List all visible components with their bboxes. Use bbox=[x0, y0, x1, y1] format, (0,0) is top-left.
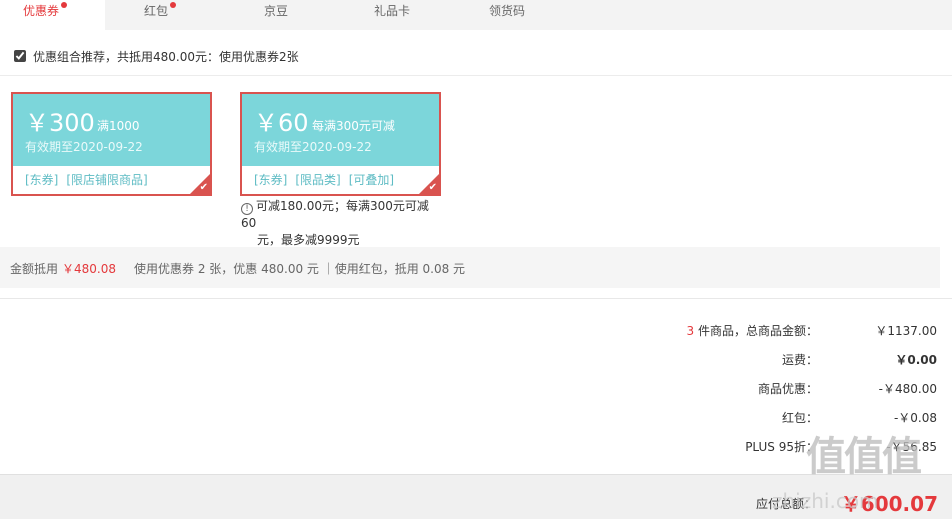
tab-redpacket-label: 红包 bbox=[144, 4, 169, 18]
check-icon: ✔ bbox=[428, 182, 437, 193]
coupon-amount: ￥60 bbox=[254, 109, 309, 137]
check-icon: ✔ bbox=[199, 182, 208, 193]
coupon-card-60[interactable]: ￥60 每满300元可减 有效期至2020-09-22 [东券] [限品类] [可叠… bbox=[240, 92, 441, 196]
coupon-condition: 每满300元可减 bbox=[312, 119, 395, 133]
coupon-tag: [东券] bbox=[254, 173, 288, 187]
discount-tabs: 优惠券 红包 京豆 礼品卡 领货码 bbox=[0, 0, 952, 30]
combo-label: 优惠组合推荐，共抵用480.00元：使用优惠券2张 bbox=[33, 49, 299, 64]
summary-detail: 使用优惠券 2 张，优惠 480.00 元 ｜使用红包，抵用 0.08 元 bbox=[134, 262, 466, 276]
coupon-condition: 满1000 bbox=[97, 119, 140, 133]
tab-pickup-code-label: 领货码 bbox=[489, 4, 526, 18]
tab-redpacket-dot bbox=[170, 2, 176, 8]
tab-coupon-dot bbox=[61, 2, 67, 8]
shipping-row: 运费： ￥0.00 bbox=[560, 349, 940, 369]
discount-row: 商品优惠： -￥480.00 bbox=[560, 378, 940, 398]
tab-jingdou[interactable]: 京豆 bbox=[205, 0, 335, 30]
coupon-validity: 有效期至2020-09-22 bbox=[25, 140, 143, 154]
tab-coupon[interactable]: 优惠券 bbox=[0, 0, 105, 30]
redpacket-row: 红包： -￥0.08 bbox=[560, 407, 940, 427]
coupon-note: ! 可减180.00元；每满300元可减60 元，最多减9999元 bbox=[241, 198, 441, 249]
summary-label: 金额抵用 bbox=[10, 262, 59, 276]
tab-coupon-label: 优惠券 bbox=[23, 4, 60, 18]
discount-label: 商品优惠： bbox=[757, 382, 818, 396]
coupon-validity: 有效期至2020-09-22 bbox=[254, 140, 372, 154]
coupon-note-line2: 元，最多减9999元 bbox=[257, 233, 360, 247]
coupon-tag: [限品类] bbox=[295, 173, 341, 187]
coupon-tag: [限店铺限商品] bbox=[66, 173, 148, 187]
tab-pickup-code[interactable]: 领货码 bbox=[445, 0, 565, 30]
coupon-tag: [东券] bbox=[25, 173, 59, 187]
coupon-tags: [东券] [限店铺限商品] bbox=[25, 171, 156, 188]
total-items-row: 3 件商品，总商品金额： ￥1137.00 bbox=[560, 320, 940, 340]
tab-jingdou-label: 京豆 bbox=[264, 4, 289, 18]
coupon-face: ￥60 每满300元可减 有效期至2020-09-22 bbox=[242, 94, 439, 166]
checkout-discount-panel: 优惠券 红包 京豆 礼品卡 领货码 优惠组合推荐，共抵用480.00元：使用优惠… bbox=[0, 0, 952, 519]
items-value: ￥1137.00 bbox=[875, 324, 937, 338]
coupon-amount: ￥300 bbox=[25, 109, 95, 137]
shipping-value: ￥0.00 bbox=[895, 353, 937, 367]
summary-amount: ￥480.08 bbox=[62, 262, 117, 276]
items-label-text: 件商品，总商品金额： bbox=[694, 324, 818, 338]
tab-redpacket[interactable]: 红包 bbox=[105, 0, 205, 30]
coupon-note-line1: 可减180.00元；每满300元可减60 bbox=[241, 199, 429, 230]
plus-value: -￥56.85 bbox=[886, 440, 937, 454]
divider bbox=[0, 75, 952, 76]
payable-bar: 应付总额： ￥600.07 bbox=[0, 474, 952, 519]
shipping-label: 运费： bbox=[781, 353, 818, 367]
coupon-card-300[interactable]: ￥300 满1000 有效期至2020-09-22 [东券] [限店铺限商品] ✔ bbox=[11, 92, 212, 196]
pay-value: ￥600.07 bbox=[840, 492, 938, 516]
divider bbox=[0, 298, 952, 299]
pay-label: 应付总额： bbox=[756, 497, 817, 511]
tab-giftcard-label: 礼品卡 bbox=[374, 4, 411, 18]
plus-row: PLUS 95折： -￥56.85 bbox=[560, 436, 940, 456]
tab-giftcard[interactable]: 礼品卡 bbox=[335, 0, 445, 30]
discount-summary-text: 金额抵用 ￥480.08 使用优惠券 2 张，优惠 480.00 元 ｜使用红包，抵… bbox=[10, 260, 465, 277]
discount-summary: 金额抵用 ￥480.08 使用优惠券 2 张，优惠 480.00 元 ｜使用红包，抵… bbox=[0, 247, 940, 288]
plus-label: PLUS 95折： bbox=[745, 440, 818, 454]
coupon-tag: [可叠加] bbox=[348, 173, 395, 187]
items-label: 3 件商品，总商品金额： bbox=[687, 322, 818, 339]
coupon-tags: [东券] [限品类] [可叠加] bbox=[254, 171, 402, 188]
info-icon: ! bbox=[241, 203, 253, 215]
combo-checkbox[interactable] bbox=[14, 50, 26, 62]
redpacket-label: 红包： bbox=[781, 411, 818, 425]
coupon-face: ￥300 满1000 有效期至2020-09-22 bbox=[13, 94, 210, 166]
combo-recommendation[interactable]: 优惠组合推荐，共抵用480.00元：使用优惠券2张 bbox=[14, 47, 299, 65]
discount-value: -￥480.00 bbox=[878, 382, 937, 396]
redpacket-value: -￥0.08 bbox=[893, 411, 937, 425]
